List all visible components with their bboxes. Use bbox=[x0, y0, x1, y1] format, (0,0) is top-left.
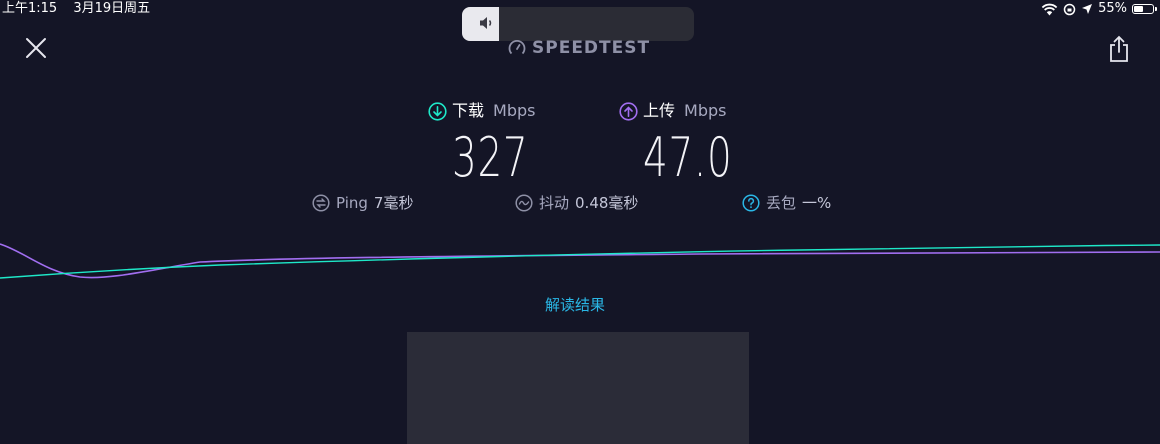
location-icon bbox=[1082, 4, 1093, 14]
status-bar-left: 上午1:15 3月19日周五 bbox=[2, 0, 150, 18]
battery-fill bbox=[1134, 6, 1144, 12]
download-unit: Mbps bbox=[493, 101, 536, 120]
brand-logo: SPEEDTEST bbox=[508, 38, 650, 58]
jitter-stat: 抖动 0.48毫秒 bbox=[515, 192, 638, 213]
jitter-label: 抖动 bbox=[539, 194, 570, 212]
share-button[interactable] bbox=[1108, 35, 1130, 63]
brand-name: SPEEDTEST bbox=[532, 38, 651, 58]
battery-percent: 55% bbox=[1098, 1, 1127, 16]
status-time: 上午1:15 bbox=[2, 1, 58, 16]
jitter-value: 0.48毫秒 bbox=[575, 194, 639, 212]
ping-stat: Ping 7毫秒 bbox=[312, 192, 413, 213]
bottom-panel bbox=[407, 332, 749, 444]
ping-icon bbox=[312, 193, 330, 212]
wifi-icon bbox=[1041, 3, 1058, 15]
speaker-icon bbox=[480, 17, 492, 29]
speedometer-icon bbox=[508, 40, 526, 55]
upload-curve bbox=[0, 243, 1160, 279]
speed-graph bbox=[0, 243, 1160, 279]
download-header: 下载 Mbps bbox=[428, 100, 535, 122]
packet-loss-label: 丢包 bbox=[766, 194, 797, 212]
download-curve bbox=[0, 244, 1160, 279]
ping-value: 7毫秒 bbox=[373, 194, 414, 212]
close-icon bbox=[26, 38, 46, 58]
upload-arrow-icon bbox=[619, 101, 638, 121]
download-arrow-icon bbox=[428, 101, 447, 121]
jitter-icon bbox=[515, 193, 533, 212]
download-metric: 下载 Mbps 327 bbox=[428, 100, 535, 188]
battery-icon bbox=[1132, 4, 1157, 14]
download-value: 327 bbox=[452, 126, 529, 189]
help-icon[interactable] bbox=[742, 193, 760, 212]
ping-label: Ping bbox=[336, 193, 368, 212]
status-bar-right: 55% bbox=[1041, 0, 1157, 18]
close-button[interactable] bbox=[24, 36, 48, 60]
download-label: 下载 bbox=[452, 101, 485, 120]
speedtest-screen: 上午1:15 3月19日周五 55% SPEEDTEST 下载 Mbps 327… bbox=[0, 0, 1160, 444]
packet-loss-value: 一% bbox=[802, 194, 832, 212]
packet-loss-stat[interactable]: 丢包 一% bbox=[742, 192, 831, 213]
status-date: 3月19日周五 bbox=[73, 1, 151, 16]
upload-unit: Mbps bbox=[684, 101, 727, 120]
upload-value: 47.0 bbox=[643, 126, 733, 189]
upload-label: 上传 bbox=[643, 101, 676, 120]
upload-metric: 上传 Mbps 47.0 bbox=[619, 100, 732, 188]
share-icon bbox=[1110, 35, 1128, 62]
interpret-results-link[interactable]: 解读结果 bbox=[545, 294, 605, 315]
rotation-lock-icon bbox=[1063, 3, 1076, 15]
volume-hud bbox=[462, 7, 694, 41]
upload-header: 上传 Mbps bbox=[619, 100, 726, 122]
